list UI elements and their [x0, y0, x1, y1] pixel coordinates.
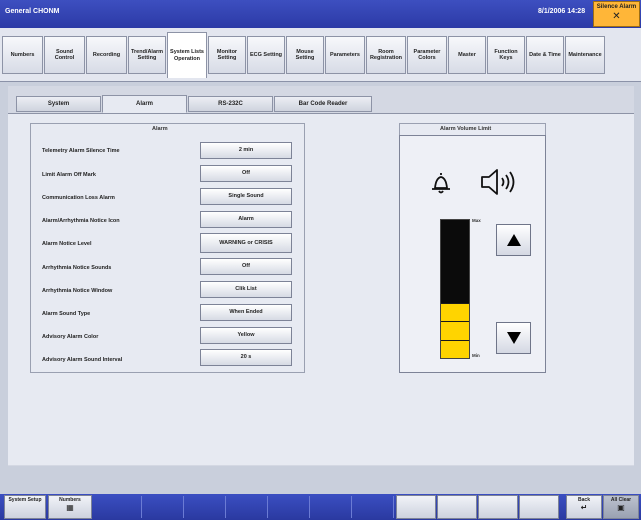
blank-key[interactable] — [478, 495, 518, 519]
tab-numbers[interactable]: Numbers — [2, 36, 43, 74]
function-key-slot[interactable] — [226, 496, 268, 518]
function-key-slot[interactable] — [142, 496, 184, 518]
subtab-system[interactable]: System — [16, 96, 101, 112]
tab-room-registration[interactable]: Room Registration — [366, 36, 406, 74]
function-key-slot[interactable] — [310, 496, 352, 518]
system-setup-label: System Setup — [8, 497, 42, 503]
tab-master[interactable]: Master — [448, 36, 486, 74]
subtab-alarm[interactable]: Alarm — [102, 95, 187, 113]
system-setup-button[interactable]: System Setup — [4, 495, 46, 519]
limit-alarm-off-mark-button[interactable]: Off — [200, 165, 292, 182]
grid-icon: ▦ — [66, 502, 74, 512]
advisory-sound-interval-button[interactable]: 20 s — [200, 349, 292, 366]
tab-mouse-setting[interactable]: Mouse Setting — [286, 36, 324, 74]
arrhythmia-notice-sounds-button[interactable]: Off — [200, 258, 292, 275]
function-key-slot[interactable] — [268, 496, 310, 518]
blank-key[interactable] — [519, 495, 559, 519]
bottom-bar: System Setup Numbers ▦ Back ↵ All Clear … — [0, 494, 641, 520]
tab-parameter-colors[interactable]: Parameter Colors — [407, 36, 447, 74]
clear-icon: ▣ — [617, 502, 625, 512]
arrow-up-icon — [506, 234, 521, 246]
silence-alarm-label: Silence Alarm — [596, 4, 637, 10]
tab-system-lists-operation[interactable]: System Lists Operation — [167, 32, 207, 78]
back-button[interactable]: Back ↵ — [566, 495, 602, 519]
setting-label: Arrhythmia Notice Window — [42, 288, 113, 294]
silence-x-icon: ✕ — [612, 11, 621, 22]
datetime: 8/1/2006 14:28 — [538, 8, 586, 15]
setting-label: Telemetry Alarm Silence Time — [42, 148, 120, 154]
advisory-alarm-color-button[interactable]: Yellow — [200, 327, 292, 344]
blank-key[interactable] — [437, 495, 477, 519]
volume-meter-segment — [441, 303, 469, 322]
arrow-down-icon — [506, 332, 521, 344]
setting-label: Limit Alarm Off Mark — [42, 172, 96, 178]
top-tab-bar: Numbers Sound Control Recording Trend/Al… — [0, 28, 641, 82]
blank-key[interactable] — [396, 495, 436, 519]
bell-icon — [432, 173, 450, 194]
tab-monitor-setting[interactable]: Monitor Setting — [208, 36, 246, 74]
volume-max-label: Max — [472, 218, 481, 223]
tab-maintenance[interactable]: Maintenance — [565, 36, 605, 74]
setting-label: Communication Loss Alarm — [42, 195, 115, 201]
alarm-group-title: Alarm — [152, 126, 168, 132]
tab-ecg-setting[interactable]: ECG Setting — [247, 36, 285, 74]
setting-label: Advisory Alarm Color — [42, 334, 99, 340]
tab-trend-alarm-setting[interactable]: Trend/Alarm Setting — [128, 36, 166, 74]
speaker-icon — [481, 169, 515, 195]
return-arrow-icon: ↵ — [580, 502, 588, 512]
all-clear-button[interactable]: All Clear ▣ — [603, 495, 639, 519]
volume-meter-segment — [441, 321, 469, 340]
tab-parameters[interactable]: Parameters — [325, 36, 365, 74]
function-key-slot[interactable] — [184, 496, 226, 518]
setting-label: Alarm Sound Type — [42, 311, 91, 317]
numbers-button[interactable]: Numbers ▦ — [48, 495, 92, 519]
tab-function-keys[interactable]: Function Keys — [487, 36, 525, 74]
volume-group-title: Alarm Volume Limit — [440, 126, 492, 132]
volume-down-button[interactable] — [496, 322, 531, 354]
setting-label: Alarm/Arrhythmia Notice Icon — [42, 218, 120, 224]
volume-up-button[interactable] — [496, 224, 531, 256]
volume-min-label: Min — [472, 353, 480, 358]
setting-label: Advisory Alarm Sound Interval — [42, 357, 123, 363]
alarm-sound-type-button[interactable]: When Ended — [200, 304, 292, 321]
setting-label: Alarm Notice Level — [42, 241, 92, 247]
silence-alarm-button[interactable]: Silence Alarm ✕ — [593, 1, 640, 27]
setting-label: Arrhythmia Notice Sounds — [42, 265, 112, 271]
communication-loss-alarm-button[interactable]: Single Sound — [200, 188, 292, 205]
subtab-bar-code-reader[interactable]: Bar Code Reader — [274, 96, 372, 112]
function-key-slot[interactable] — [352, 496, 394, 518]
alarm-notice-level-button[interactable]: WARNING or CRISIS — [200, 233, 292, 253]
app-title: General CHONM — [5, 8, 60, 15]
title-bar: General CHONM 8/1/2006 14:28 Silence Ala… — [0, 0, 641, 28]
telemetry-silence-time-button[interactable]: 2 min — [200, 142, 292, 159]
volume-meter-segment — [441, 339, 469, 358]
tab-date-time[interactable]: Date & Time — [526, 36, 564, 74]
subtab-rs232c[interactable]: RS-232C — [188, 96, 273, 112]
tab-sound-control[interactable]: Sound Control — [44, 36, 85, 74]
function-key-slot[interactable] — [100, 496, 142, 518]
tab-recording[interactable]: Recording — [86, 36, 127, 74]
alarm-notice-icon-button[interactable]: Alarm — [200, 211, 292, 228]
volume-meter — [440, 219, 470, 359]
arrhythmia-notice-window-button[interactable]: Clik List — [200, 281, 292, 298]
